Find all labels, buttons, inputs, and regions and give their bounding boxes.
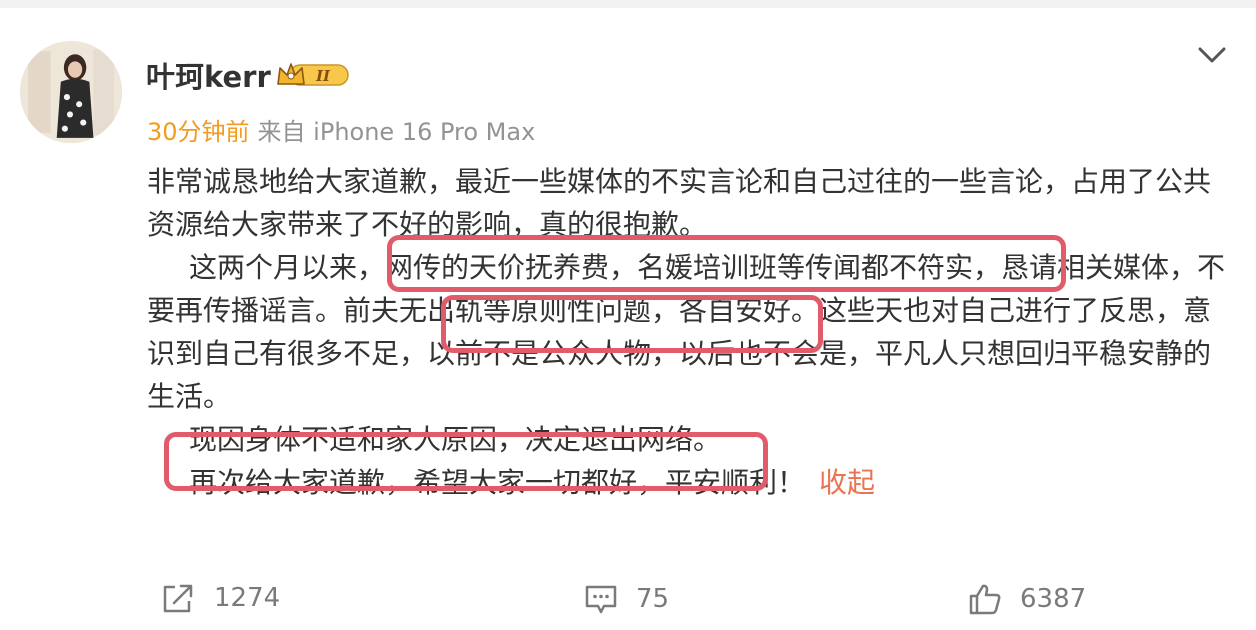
highlighted-phrase-ex-husband: 前夫无出轨等原则性问题， bbox=[343, 294, 680, 327]
avatar[interactable] bbox=[20, 41, 122, 143]
share-icon bbox=[163, 584, 193, 613]
like-icon bbox=[969, 584, 1001, 615]
comment-count: 75 bbox=[636, 584, 670, 614]
highlighted-phrase-rumors: 网传的天价抚养费，名媛培训班等传闻都不符实， bbox=[385, 251, 1002, 284]
paragraph-3: 现因身体不适和家人原因，决定退出网络。 bbox=[147, 418, 1227, 461]
paragraph-2: 这两个月以来，网传的天价抚养费，名媛培训班等传闻都不符实，恳请相关媒体，不要再传… bbox=[147, 246, 1227, 418]
post-time: 30分钟前 bbox=[147, 118, 250, 146]
post-body: 非常诚恳地给大家道歉，最近一些媒体的不实言论和自己过往的一些言论，占用了公共资源… bbox=[147, 160, 1227, 504]
author-name[interactable]: 叶珂kerr bbox=[146, 54, 271, 96]
share-count: 1274 bbox=[214, 583, 281, 613]
post-card: 叶珂kerr II 30分钟前 来自 iPhone 16 Pro Max 非常诚恳… bbox=[0, 8, 1256, 630]
post-meta: 30分钟前 来自 iPhone 16 Pro Max bbox=[147, 112, 535, 147]
highlighted-phrase-quit: 现因身体不适和家人原因，决定退出网络。 bbox=[189, 423, 722, 456]
comment-button[interactable]: 75 bbox=[584, 582, 669, 616]
avatar-image bbox=[20, 41, 122, 143]
vip-crown-icon[interactable]: II bbox=[276, 60, 352, 90]
chevron-down-icon[interactable] bbox=[1196, 44, 1228, 66]
post-source: 来自 iPhone 16 Pro Max bbox=[257, 118, 536, 146]
share-button[interactable]: 1274 bbox=[160, 582, 280, 614]
paragraph-4: 再次给大家道歉，希望大家一切都好，平安顺利！ 收起 bbox=[147, 461, 1227, 504]
collapse-link[interactable]: 收起 bbox=[819, 466, 875, 499]
like-button[interactable]: 6387 bbox=[968, 582, 1086, 616]
like-count: 6387 bbox=[1020, 584, 1087, 614]
paragraph-2-lead: 这两个月以来， bbox=[189, 251, 386, 284]
paragraph-1: 非常诚恳地给大家道歉，最近一些媒体的不实言论和自己过往的一些言论，占用了公共资源… bbox=[147, 165, 1212, 241]
comment-icon bbox=[585, 585, 617, 614]
paragraph-4-text: 再次给大家道歉，希望大家一切都好，平安顺利！ bbox=[189, 466, 806, 499]
vip-level-label: II bbox=[315, 67, 331, 85]
